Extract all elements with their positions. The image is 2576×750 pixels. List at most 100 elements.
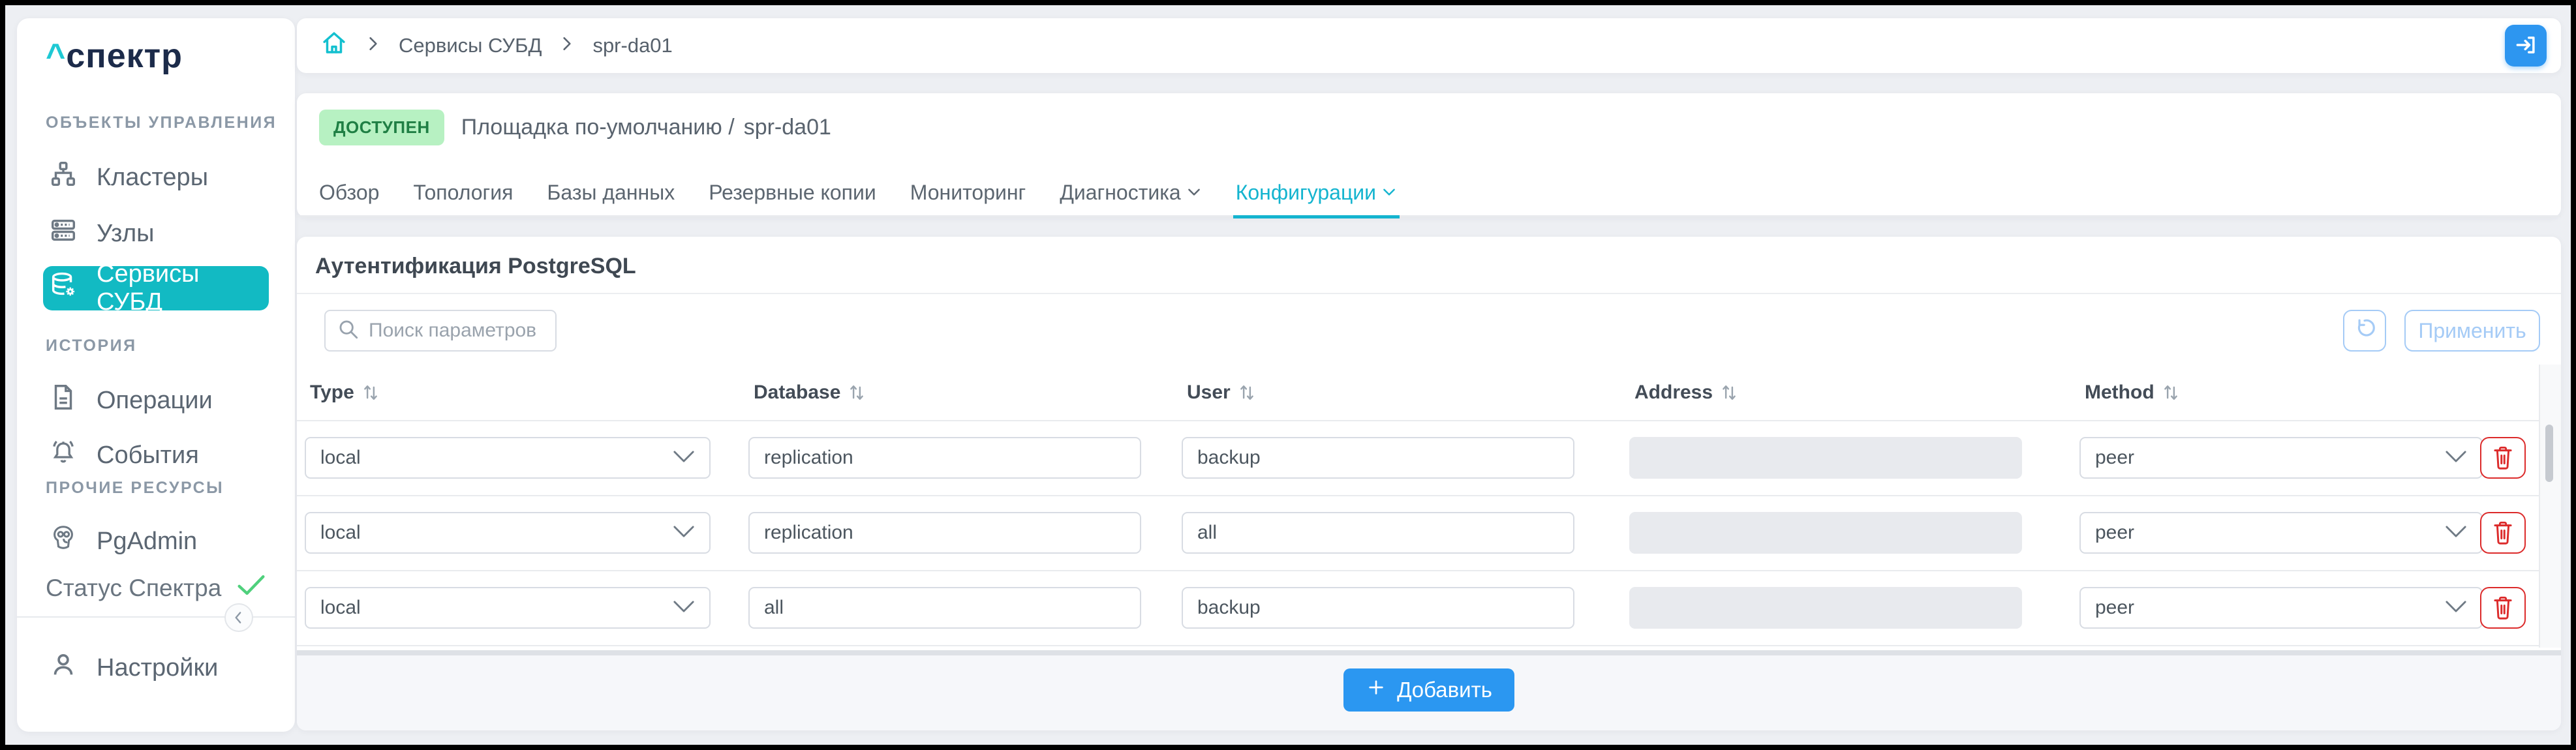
tab-topology[interactable]: Топология bbox=[413, 170, 513, 217]
reset-button[interactable] bbox=[2343, 310, 2386, 352]
tab-configurations[interactable]: Конфигурации bbox=[1236, 170, 1397, 217]
tab-diagnostics[interactable]: Диагностика bbox=[1060, 170, 1202, 217]
logout-button[interactable] bbox=[2505, 25, 2547, 67]
type-select[interactable]: local bbox=[305, 437, 711, 479]
sidebar-group-history: ИСТОРИЯ bbox=[46, 337, 137, 355]
breadcrumb-current: spr-da01 bbox=[592, 34, 672, 57]
brand-logo[interactable]: ^спектр bbox=[46, 37, 183, 76]
undo-icon bbox=[2352, 316, 2377, 346]
sidebar-collapse-button[interactable] bbox=[224, 603, 253, 632]
sidebar-group-other: ПРОЧИЕ РЕСУРСЫ bbox=[46, 479, 224, 498]
divider bbox=[297, 293, 2561, 294]
database-input[interactable] bbox=[748, 587, 1141, 629]
method-select[interactable]: peer bbox=[2079, 512, 2483, 554]
status-badge: ДОСТУПЕН bbox=[319, 110, 444, 145]
column-label: Method bbox=[2085, 382, 2154, 404]
method-select[interactable]: peer bbox=[2079, 587, 2483, 629]
chevron-down-icon bbox=[1186, 181, 1202, 205]
chevron-down-icon bbox=[2445, 597, 2467, 619]
sidebar-item-pgadmin[interactable]: PgAdmin bbox=[43, 519, 269, 563]
sidebar-item-operations[interactable]: Операции bbox=[43, 378, 269, 423]
sidebar-item-nodes[interactable]: Узлы bbox=[43, 211, 269, 256]
sidebar-divider bbox=[17, 616, 295, 618]
tab-databases[interactable]: Базы данных bbox=[547, 170, 675, 217]
tab-monitoring[interactable]: Мониторинг bbox=[910, 170, 1026, 217]
user-icon bbox=[48, 650, 78, 686]
delete-row-button[interactable] bbox=[2480, 437, 2526, 479]
plus-icon bbox=[1366, 677, 1387, 703]
user-input[interactable] bbox=[1182, 512, 1574, 554]
horizontal-scrollbar[interactable] bbox=[297, 650, 2561, 655]
sidebar-item-label: PgAdmin bbox=[97, 528, 197, 556]
bell-icon bbox=[48, 437, 78, 473]
address-input-disabled bbox=[1629, 437, 2022, 479]
user-input[interactable] bbox=[1182, 587, 1574, 629]
search-input[interactable] bbox=[369, 320, 544, 342]
column-header-method: Method bbox=[2085, 382, 2179, 404]
vertical-scrollbar-thumb[interactable] bbox=[2545, 425, 2553, 482]
servers-icon bbox=[48, 215, 78, 252]
select-value: peer bbox=[2095, 522, 2134, 544]
database-input[interactable] bbox=[748, 437, 1141, 479]
sidebar-item-dbms-services[interactable]: Сервисы СУБД bbox=[43, 266, 269, 310]
status-ok-check-icon bbox=[237, 574, 266, 602]
select-value: local bbox=[320, 597, 361, 619]
sidebar-item-settings[interactable]: Настройки bbox=[43, 646, 269, 690]
tab-label: Конфигурации bbox=[1236, 181, 1376, 205]
clusters-icon bbox=[48, 159, 78, 196]
site-title: Площадка по-умолчанию / bbox=[461, 115, 735, 140]
sidebar-item-label: События bbox=[97, 442, 199, 470]
sidebar-item-label: Кластеры bbox=[97, 164, 208, 192]
chevron-down-icon bbox=[1381, 181, 1397, 205]
method-select[interactable]: peer bbox=[2079, 437, 2483, 479]
spektr-status[interactable]: Статус Спектра bbox=[46, 574, 266, 602]
sidebar-item-clusters[interactable]: Кластеры bbox=[43, 155, 269, 200]
database-input[interactable] bbox=[748, 512, 1141, 554]
tab-overview[interactable]: Обзор bbox=[319, 170, 379, 217]
breadcrumb-services[interactable]: Сервисы СУБД bbox=[399, 34, 542, 57]
trash-icon bbox=[2491, 518, 2515, 548]
user-input[interactable] bbox=[1182, 437, 1574, 479]
chevron-down-icon bbox=[2445, 522, 2467, 544]
search-box bbox=[324, 310, 557, 352]
sort-icon[interactable] bbox=[362, 383, 379, 402]
table-row: local peer bbox=[297, 571, 2561, 646]
table-footer: Добавить bbox=[297, 655, 2561, 730]
delete-row-button[interactable] bbox=[2480, 512, 2526, 554]
sort-icon[interactable] bbox=[2162, 383, 2179, 402]
column-header-address: Address bbox=[1634, 382, 1738, 404]
sort-icon[interactable] bbox=[848, 383, 865, 402]
tab-label: Базы данных bbox=[547, 181, 675, 205]
chevron-down-icon bbox=[673, 597, 695, 619]
tab-backups[interactable]: Резервные копии bbox=[709, 170, 876, 217]
chevron-down-icon bbox=[2445, 447, 2467, 469]
select-value: local bbox=[320, 522, 361, 544]
home-icon[interactable] bbox=[320, 29, 348, 62]
select-value: peer bbox=[2095, 597, 2134, 619]
tab-bar: Обзор Топология Базы данных Резервные ко… bbox=[297, 170, 2561, 217]
delete-row-button[interactable] bbox=[2480, 587, 2526, 629]
tab-label: Мониторинг bbox=[910, 181, 1026, 205]
tab-label: Обзор bbox=[319, 181, 379, 205]
sort-icon[interactable] bbox=[1238, 383, 1255, 402]
sidebar-item-label: Настройки bbox=[97, 654, 218, 682]
brand-caret: ^ bbox=[46, 37, 66, 75]
address-input-disabled bbox=[1629, 587, 2022, 629]
column-label: User bbox=[1187, 382, 1231, 404]
document-icon bbox=[48, 382, 78, 419]
sort-icon[interactable] bbox=[1721, 383, 1738, 402]
type-select[interactable]: local bbox=[305, 587, 711, 629]
type-select[interactable]: local bbox=[305, 512, 711, 554]
sidebar-item-label: Операции bbox=[97, 387, 213, 415]
database-gear-icon bbox=[48, 270, 78, 307]
sidebar-item-events[interactable]: События bbox=[43, 433, 269, 477]
chevron-right-icon bbox=[365, 34, 382, 57]
breadcrumb-bar: Сервисы СУБД spr-da01 bbox=[297, 18, 2561, 73]
column-header-database: Database bbox=[754, 382, 865, 404]
select-value: peer bbox=[2095, 447, 2134, 469]
add-row-button[interactable]: Добавить bbox=[1343, 668, 1514, 712]
column-label: Type bbox=[310, 382, 354, 404]
brand-name: спектр bbox=[66, 37, 183, 75]
apply-button[interactable]: Применить bbox=[2404, 310, 2540, 352]
table-row: local peer bbox=[297, 421, 2561, 496]
